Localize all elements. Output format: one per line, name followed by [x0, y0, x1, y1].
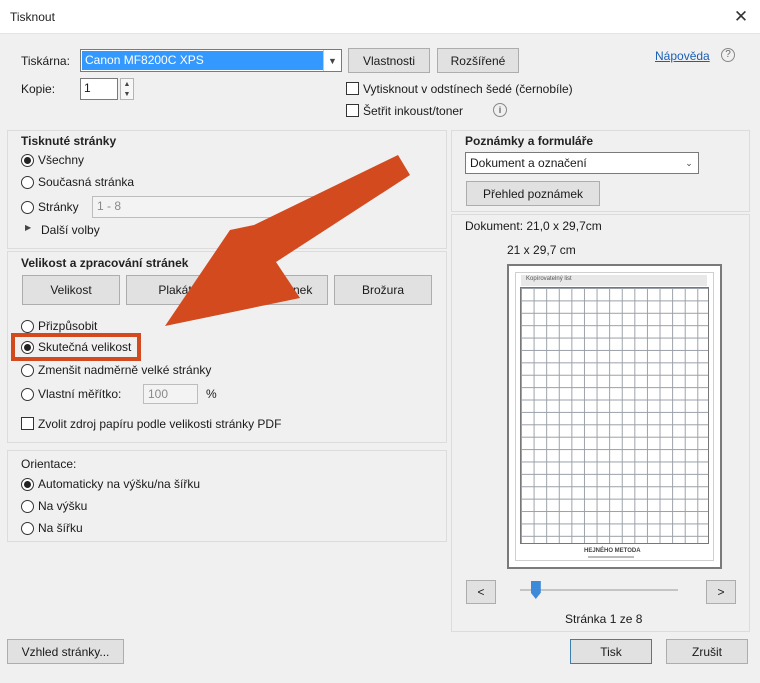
comments-selected-value: Dokument a označení	[470, 156, 587, 170]
page-slider-track[interactable]	[520, 589, 678, 591]
next-page-button[interactable]: >	[706, 580, 736, 604]
pages-current-radio[interactable]	[21, 176, 34, 189]
copies-stepper[interactable]: ▲ ▼	[120, 78, 134, 100]
paper-source-checkbox[interactable]	[21, 417, 34, 430]
custom-scale-input[interactable]: 100	[143, 384, 198, 404]
tab-poster[interactable]: Plakát	[126, 275, 224, 305]
prev-page-button[interactable]: <	[466, 580, 496, 604]
grayscale-checkbox[interactable]	[346, 82, 359, 95]
printer-select[interactable]: Canon MF8200C XPS ▼	[80, 49, 342, 72]
percent-label: %	[206, 387, 217, 401]
properties-button[interactable]: Vlastnosti	[348, 48, 430, 73]
fit-label: Přizpůsobit	[38, 319, 98, 333]
tab-size[interactable]: Velikost	[22, 275, 120, 305]
pages-section-title: Tisknuté stránky	[21, 134, 117, 148]
grayscale-label: Vytisknout v odstínech šedé (černobíle)	[363, 82, 573, 96]
advanced-button[interactable]: Rozšířené	[437, 48, 519, 73]
print-button[interactable]: Tisk	[570, 639, 652, 664]
orientation-portrait-radio[interactable]	[21, 500, 34, 513]
pages-all-radio[interactable]	[21, 154, 34, 167]
help-link[interactable]: Nápověda	[655, 49, 710, 63]
pages-range-input[interactable]: 1 - 8	[92, 196, 330, 218]
orientation-title: Orientace:	[21, 457, 77, 471]
printer-label: Tiskárna:	[21, 54, 70, 68]
shrink-radio[interactable]	[21, 364, 34, 377]
orientation-landscape-radio[interactable]	[21, 522, 34, 535]
help-icon[interactable]: ?	[721, 48, 735, 62]
chevron-down-icon[interactable]: ▼	[121, 89, 133, 99]
chevron-up-icon[interactable]: ▲	[121, 79, 133, 89]
custom-scale-radio[interactable]	[21, 388, 34, 401]
actual-size-label: Skutečná velikost	[38, 340, 132, 354]
printer-selected-value: Canon MF8200C XPS	[82, 51, 323, 70]
info-icon[interactable]: i	[493, 103, 507, 117]
custom-scale-label: Vlastní měřítko:	[38, 387, 122, 401]
preview-footer-line	[588, 556, 634, 558]
page-indicator: Stránka 1 ze 8	[565, 612, 643, 626]
orientation-landscape-label: Na šířku	[38, 521, 83, 535]
save-ink-checkbox[interactable]	[346, 104, 359, 117]
comments-summary-button[interactable]: Přehled poznámek	[466, 181, 600, 206]
title-bar	[0, 0, 760, 34]
page-setup-button[interactable]: Vzhled stránky...	[7, 639, 124, 664]
preview-sheet-title: Kopírovatelný list	[526, 276, 572, 282]
document-size-label: Dokument: 21,0 x 29,7cm	[465, 219, 602, 233]
pages-all-label: Všechny	[38, 153, 85, 167]
chevron-down-icon[interactable]: ▼	[323, 50, 341, 71]
orientation-auto-label: Automaticky na výšku/na šířku	[38, 477, 201, 491]
close-icon[interactable]: ✕	[731, 7, 751, 27]
more-options-toggle[interactable]: Další volby	[41, 223, 100, 237]
cancel-button[interactable]: Zrušit	[666, 639, 748, 664]
expand-triangle-icon[interactable]: ▶	[25, 223, 31, 232]
comments-select[interactable]: Dokument a označení ⌄	[465, 152, 699, 174]
fit-radio[interactable]	[21, 320, 34, 333]
shrink-label: Zmenšit nadměrně velké stránky	[38, 363, 212, 377]
copies-input[interactable]: 1	[80, 78, 118, 100]
sizing-section-title: Velikost a zpracování stránek	[21, 256, 189, 270]
copies-label: Kopie:	[21, 82, 56, 96]
paper-source-label: Zvolit zdroj papíru podle velikosti strá…	[38, 417, 282, 431]
orientation-auto-radio[interactable]	[21, 478, 34, 491]
page-size-label: 21 x 29,7 cm	[507, 243, 576, 257]
window-title: Tisknout	[10, 10, 55, 24]
save-ink-label: Šetřit inkoust/toner	[363, 104, 464, 118]
tab-multiple-pages[interactable]: Více stránek	[230, 275, 328, 305]
comments-section-title: Poznámky a formuláře	[465, 134, 594, 148]
chevron-down-icon[interactable]: ⌄	[680, 153, 698, 173]
pages-current-label: Současná stránka	[38, 175, 135, 189]
pages-range-radio[interactable]	[21, 201, 34, 214]
pages-range-label: Stránky	[38, 200, 79, 214]
tab-booklet[interactable]: Brožura	[334, 275, 432, 305]
preview-footer-title: HEJNÉHO METODA	[584, 548, 641, 554]
actual-size-radio[interactable]	[21, 341, 34, 354]
preview-grid	[520, 287, 709, 544]
orientation-portrait-label: Na výšku	[38, 499, 88, 513]
